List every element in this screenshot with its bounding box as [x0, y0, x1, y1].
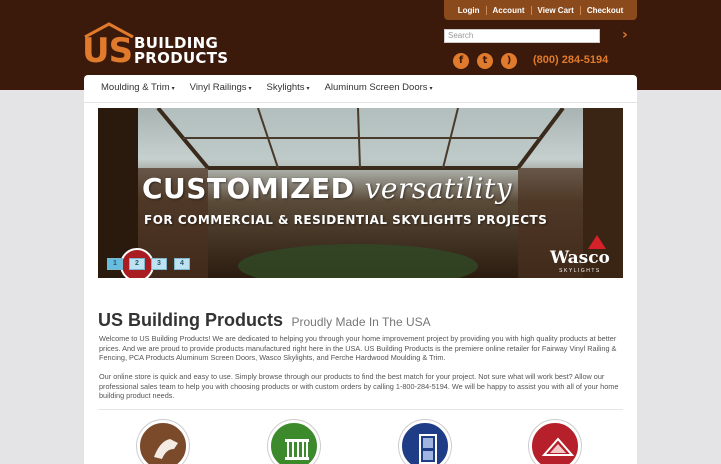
caret-down-icon: ▾ [248, 86, 252, 92]
facebook-icon[interactable]: f [453, 53, 469, 69]
intro-paragraph: Welcome to US Building Products! We are … [99, 334, 617, 362]
page-title-main: US Building Products [98, 310, 284, 330]
store-paragraph: Our online store is quick and easy to us… [99, 372, 619, 400]
caret-down-icon: ▾ [171, 86, 175, 92]
slide-dot-3[interactable]: 3 [151, 258, 167, 270]
logo-text: BUILDING PRODUCTS [134, 36, 228, 66]
skylight-icon[interactable] [529, 420, 581, 464]
caret-down-icon: ▾ [306, 86, 310, 92]
content-panel: Moulding & Trim ▾ Vinyl Railings ▾ Skyligh… [84, 75, 637, 464]
banner-subheadline: FOR COMMERCIAL & RESIDENTIAL SKYLIGHTS P… [144, 213, 548, 227]
banner-headline: CUSTOMIZED versatility [142, 172, 512, 205]
checkout-link[interactable]: Checkout [581, 6, 629, 15]
wasco-logo-icon [588, 235, 606, 249]
logo-mark: US [82, 31, 133, 71]
page-title: US Building Products Proudly Made In The… [98, 310, 431, 331]
slide-dot-4[interactable]: 4 [174, 258, 190, 270]
nav-label: Aluminum Screen Doors [324, 82, 428, 93]
moulding-icon[interactable] [137, 420, 189, 464]
banner-headline-script: versatility [364, 172, 513, 205]
section-divider [98, 409, 623, 410]
wasco-brand: Wasco SKYLIGHTS [550, 248, 610, 274]
login-link[interactable]: Login [452, 5, 487, 15]
nav-item-skylights[interactable]: Skylights ▾ [267, 82, 310, 93]
twitter-icon[interactable]: t [477, 53, 493, 69]
nav-label: Skylights [266, 82, 305, 93]
slide-dot-1[interactable]: 1 [107, 258, 123, 270]
nav-label: Moulding & Trim [101, 82, 170, 93]
page-subtitle: Proudly Made In The USA [291, 315, 431, 329]
phone-number[interactable]: (800) 284-5194 [533, 54, 608, 66]
nav-label: Vinyl Railings [189, 82, 247, 93]
nav-item-vinyl-railings[interactable]: Vinyl Railings ▾ [190, 82, 252, 93]
main-nav: Moulding & Trim ▾ Vinyl Railings ▾ Skyligh… [101, 82, 448, 93]
caret-down-icon: ▾ [429, 86, 433, 92]
site-logo[interactable]: US BUILDING PRODUCTS [82, 22, 228, 71]
hero-banner[interactable]: CUSTOMIZED versatility FOR COMMERCIAL & … [98, 108, 623, 278]
railing-icon[interactable] [268, 420, 320, 464]
wasco-brand-name: Wasco [550, 248, 610, 268]
account-bar: Login Account View Cart Checkout [444, 0, 637, 20]
account-link[interactable]: Account [487, 5, 532, 15]
screen-door-icon[interactable] [399, 420, 451, 464]
rss-icon[interactable]: ) [501, 53, 517, 69]
search-submit-button[interactable]: › [622, 27, 628, 43]
nav-item-moulding-trim[interactable]: Moulding & Trim ▾ [101, 82, 175, 93]
nav-item-aluminum-screen-doors[interactable]: Aluminum Screen Doors ▾ [325, 82, 433, 93]
search-input[interactable]: Search [444, 29, 600, 43]
nav-divider [84, 102, 637, 103]
view-cart-link[interactable]: View Cart [532, 5, 581, 15]
logo-line-2: PRODUCTS [134, 49, 229, 67]
slide-dot-2[interactable]: 2 [129, 258, 145, 270]
banner-headline-bold: CUSTOMIZED [142, 172, 355, 205]
wasco-brand-sub: SKYLIGHTS [559, 268, 601, 274]
